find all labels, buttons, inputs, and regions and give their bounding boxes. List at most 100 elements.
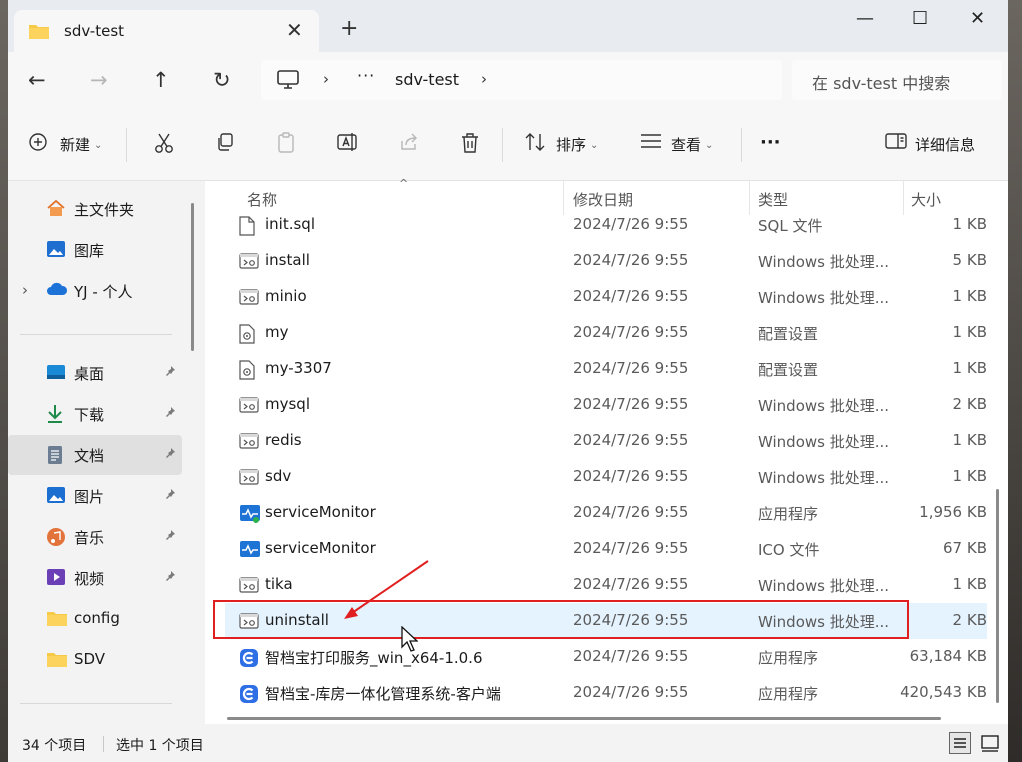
file-type: Windows 批处理... [758,433,890,451]
sidebar-item-label: 桌面 [74,365,105,383]
more-options-button[interactable]: ··· [760,132,781,153]
sidebar-item-config[interactable]: config [8,599,184,639]
sidebar-item-music[interactable]: 音乐 [8,517,184,557]
share-icon[interactable] [399,132,419,156]
forward-button[interactable]: → [90,68,108,92]
file-row[interactable]: 智档宝-库房一体化管理系统-客户端 2024/7/26 9:55 应用程序 420,5… [225,675,987,711]
pin-icon[interactable] [164,447,176,462]
pin-icon[interactable] [164,488,176,503]
file-row-mysql[interactable]: mysql 2024/7/26 9:55 Windows 批处理... 2 KB [225,387,987,423]
sidebar-item-sdv[interactable]: SDV [8,640,184,680]
tab-sdv-test[interactable]: sdv-test ✕ [14,10,319,52]
close-tab-icon[interactable]: ✕ [286,18,303,42]
computer-icon [277,70,299,94]
rename-icon[interactable] [337,132,359,156]
batch-file-icon [239,432,259,454]
file-date: 2024/7/26 9:55 [573,575,689,593]
file-type: Windows 批处理... [758,253,890,271]
file-row-install[interactable]: install 2024/7/26 9:55 Windows 批处理... 5 KB [225,243,987,279]
search-placeholder: 在 sdv-test 中搜索 [812,74,951,93]
copy-icon[interactable] [215,132,235,156]
up-button[interactable]: ↑ [152,68,170,92]
selected-count: 选中 1 个项目 [116,738,204,754]
new-icon[interactable] [28,132,48,156]
config-file-icon [239,360,255,384]
file-row-sdv[interactable]: sdv 2024/7/26 9:55 Windows 批处理... 1 KB [225,459,987,495]
toolbar-divider [741,128,742,162]
file-date: 2024/7/26 9:55 [573,215,689,233]
breadcrumb-chevron[interactable]: › [481,70,487,88]
close-window-button[interactable]: ✕ [970,8,985,29]
delete-icon[interactable] [460,132,480,158]
details-pane-icon[interactable] [885,132,907,154]
gallery-icon [46,240,66,262]
file-type: 应用程序 [758,505,819,523]
file-row-servicemonitor[interactable]: serviceMonitor 2024/7/26 9:55 应用程序 1,956 KB [225,495,987,531]
details-button[interactable]: 详细信息 [915,134,975,155]
file-size: 1 KB [952,215,987,233]
pictures-icon [46,486,66,508]
file-size: 1 KB [952,575,987,593]
sidebar-item-documents[interactable]: 文档 [8,435,182,475]
cut-icon[interactable] [154,132,174,158]
file-row-my-3307[interactable]: my-3307 2024/7/26 9:55 配置设置 1 KB [225,351,987,387]
pin-icon[interactable] [164,365,176,380]
file-name: mysql [265,395,310,413]
sidebar-item-videos[interactable]: 视频 [8,558,184,598]
sidebar-item-gallery[interactable]: 图库 [8,230,184,270]
tiles-view-button[interactable] [979,732,1001,754]
sidebar-item-home[interactable]: 主文件夹 [8,189,184,229]
documents-icon [46,445,64,469]
file-date: 2024/7/26 9:55 [573,287,689,305]
search-box[interactable]: 在 sdv-test 中搜索 [792,60,1002,100]
file-row-init-sql[interactable]: init.sql 2024/7/26 9:55 SQL 文件 1 KB [225,207,987,243]
batch-file-icon [239,576,259,598]
paste-icon[interactable] [276,132,296,158]
sidebar-item-label: 下载 [74,406,105,424]
sidebar-item-pictures[interactable]: 图片 [8,476,184,516]
sidebar-scrollbar[interactable] [191,203,194,351]
sidebar-item-label: SDV [74,650,106,668]
file-row-redis[interactable]: redis 2024/7/26 9:55 Windows 批处理... 1 KB [225,423,987,459]
view-button[interactable]: 查看 ⌄ [671,134,713,155]
minimize-button[interactable]: — [856,8,874,29]
pin-icon[interactable] [164,406,176,421]
file-type: Windows 批处理... [758,577,890,595]
pin-icon[interactable] [164,570,176,585]
desktop-background-right [1008,0,1022,762]
file-row-minio[interactable]: minio 2024/7/26 9:55 Windows 批处理... 1 KB [225,279,987,315]
breadcrumb-chevron[interactable]: › [323,70,329,88]
file-date: 2024/7/26 9:55 [573,395,689,413]
new-button[interactable]: 新建 ⌄ [60,134,102,155]
address-bar[interactable]: › ··· sdv-test › [261,60,782,100]
sort-button[interactable]: 排序 ⌄ [556,134,598,155]
sidebar-item-onedrive[interactable]: › YJ - 个人 [8,271,184,311]
file-date: 2024/7/26 9:55 [573,359,689,377]
onedrive-cloud-icon [46,281,68,301]
navigation-pane: 主文件夹 图库 › YJ - 个人 桌面 下载 文档 图片 音乐 视频 conf… [8,181,204,724]
address-row: ← → ↑ ↻ › ··· sdv-test › 在 sdv-test 中搜索 [8,52,1008,110]
view-icon[interactable] [640,132,662,154]
details-view-button[interactable] [949,732,971,754]
file-row-win-x64-1-0-6[interactable]: 智档宝打印服务_win_x64-1.0.6 2024/7/26 9:55 应用程序 6… [225,639,987,675]
breadcrumb-overflow[interactable]: ··· [357,66,375,85]
app-blue-icon [239,648,259,672]
pin-icon[interactable] [164,529,176,544]
maximize-button[interactable]: ☐ [912,8,928,29]
vertical-scrollbar[interactable] [996,489,999,703]
refresh-button[interactable]: ↻ [213,68,231,92]
sidebar-item-desktop[interactable]: 桌面 [8,353,184,393]
sort-icon[interactable] [525,132,547,156]
horizontal-scrollbar[interactable] [227,717,941,720]
breadcrumb-sdv-test[interactable]: sdv-test [395,70,459,89]
file-size: 1,956 KB [919,503,987,521]
batch-file-icon [239,396,259,418]
file-row-my[interactable]: my 2024/7/26 9:55 配置设置 1 KB [225,315,987,351]
new-tab-button[interactable]: + [340,16,358,41]
expand-chevron-icon[interactable]: › [22,281,28,299]
view-button-label: 查看 [671,136,702,154]
file-size: 1 KB [952,467,987,485]
back-button[interactable]: ← [28,68,46,92]
sidebar-item-downloads[interactable]: 下载 [8,394,184,434]
chevron-down-icon: ⌄ [590,140,599,151]
